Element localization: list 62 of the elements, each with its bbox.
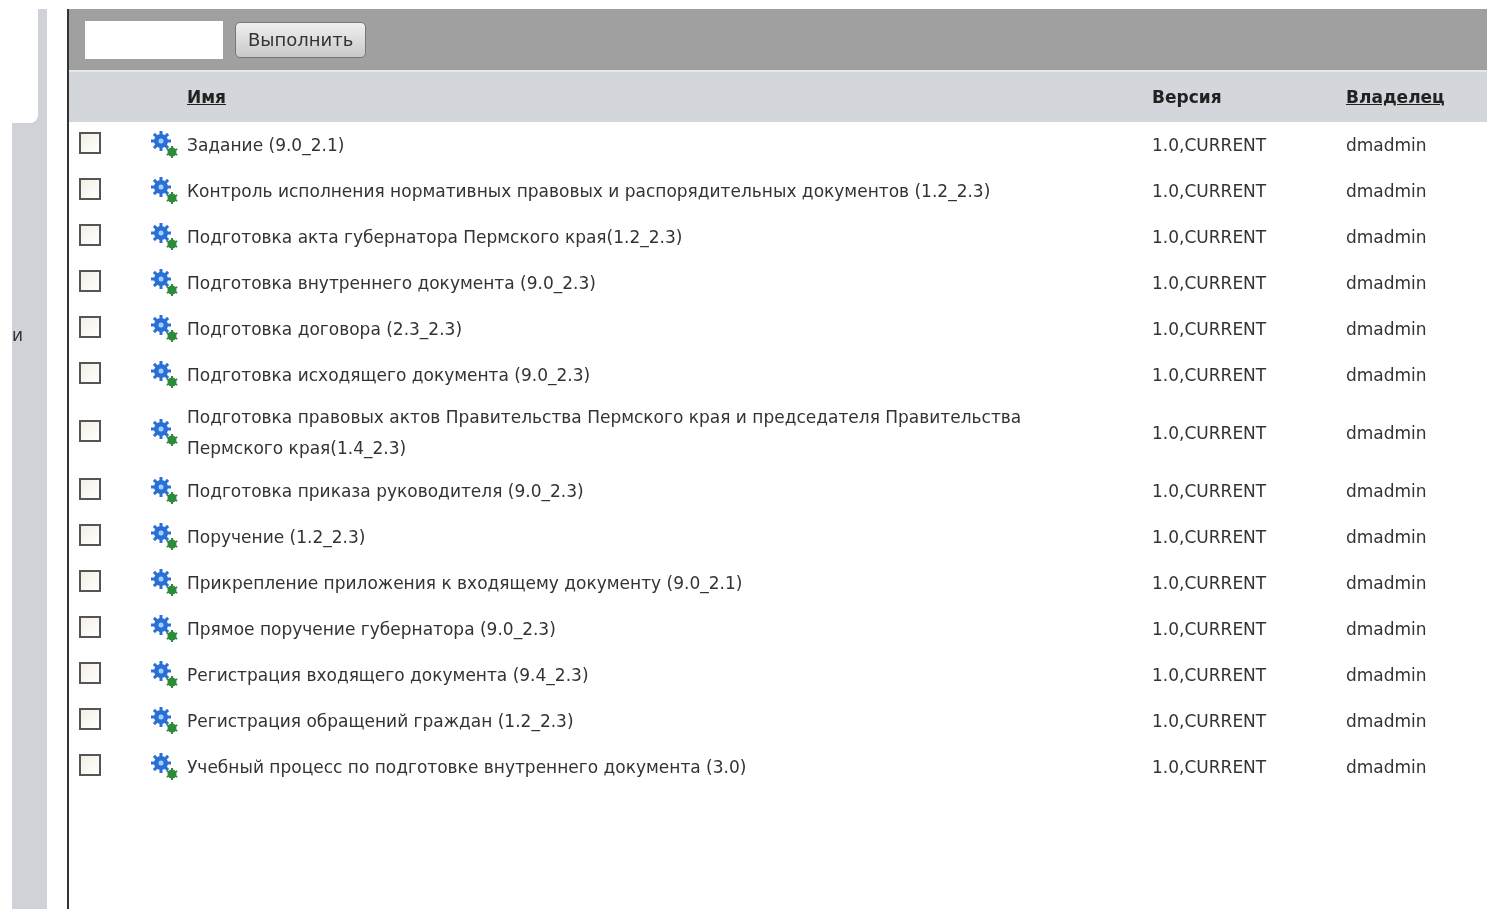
version-cell-text: 1.0,CURRENT bbox=[1152, 481, 1268, 501]
checkbox[interactable] bbox=[79, 362, 101, 384]
checkbox[interactable] bbox=[79, 270, 101, 292]
owner-cell-text: dmadmin bbox=[1346, 365, 1428, 385]
owner-cell-text: dmadmin bbox=[1346, 481, 1428, 501]
column-header[interactable]: Владелец bbox=[1346, 87, 1486, 107]
owner-cell-text: dmadmin bbox=[1346, 273, 1428, 293]
owner-cell-text: dmadmin bbox=[1346, 227, 1428, 247]
checkbox[interactable] bbox=[79, 616, 101, 638]
process-name: Регистрация обращений граждан (1.2_2.3) bbox=[187, 709, 575, 734]
owner-cell-text: dmadmin bbox=[1346, 573, 1428, 593]
checkbox[interactable] bbox=[79, 316, 101, 338]
version-cell-text: 1.0,CURRENT bbox=[1152, 665, 1268, 685]
process-name: Подготовка договора (2.3_2.3) bbox=[187, 317, 464, 342]
checkbox[interactable] bbox=[79, 178, 101, 200]
owner-cell-text: dmadmin bbox=[1346, 711, 1428, 731]
owner-cell-text: dmadmin bbox=[1346, 423, 1428, 443]
process-name: Подготовка правовых актов Правительства Пермского края и председателя Правительства Пермского края(1.4_2.3) bbox=[187, 406, 1023, 461]
version-cell-text: 1.0,CURRENT bbox=[1152, 423, 1268, 443]
checkbox[interactable] bbox=[79, 478, 101, 500]
process-name: Подготовка акта губернатора Пермского края(1.2_2.3) bbox=[187, 225, 684, 250]
version-cell-text: 1.0,CURRENT bbox=[1152, 573, 1268, 593]
version-cell-text: 1.0,CURRENT bbox=[1152, 757, 1268, 777]
process-name: Прикрепление приложения к входящему документу (9.0_2.1) bbox=[187, 571, 744, 596]
process-name: Подготовка внутреннего документа (9.0_2.3) bbox=[187, 271, 597, 296]
process-name: Поручение (1.2_2.3) bbox=[187, 525, 367, 550]
process-name: Подготовка исходящего документа (9.0_2.3) bbox=[187, 363, 592, 388]
checkbox[interactable] bbox=[79, 524, 101, 546]
column-header[interactable]: Имя bbox=[187, 87, 1152, 107]
process-name: Регистрация входящего документа (9.4_2.3) bbox=[187, 663, 590, 688]
version-cell-text: 1.0,CURRENT bbox=[1152, 365, 1268, 385]
version-cell-text: 1.0,CURRENT bbox=[1152, 711, 1268, 731]
side-label: и bbox=[12, 325, 24, 345]
checkbox[interactable] bbox=[79, 570, 101, 592]
checkbox[interactable] bbox=[79, 708, 101, 730]
owner-cell-text: dmadmin bbox=[1346, 527, 1428, 547]
process-name: Контроль исполнения нормативных правовых и распорядительных документов (1.2_2.3) bbox=[187, 179, 992, 204]
checkbox[interactable] bbox=[79, 662, 101, 684]
process-name: Подготовка приказа руководителя (9.0_2.3) bbox=[187, 479, 585, 504]
run-button[interactable]: Выполнить bbox=[235, 21, 367, 58]
owner-cell-text: dmadmin bbox=[1346, 665, 1428, 685]
version-cell-text: 1.0,CURRENT bbox=[1152, 181, 1268, 201]
process-name: Прямое поручение губернатора (9.0_2.3) bbox=[187, 617, 557, 642]
owner-cell-text: dmadmin bbox=[1346, 135, 1428, 155]
checkbox[interactable] bbox=[79, 132, 101, 154]
process-name: Учебный процесс по подготовке внутреннего документа (3.0) bbox=[187, 755, 748, 779]
process-name: Задание (9.0_2.1) bbox=[187, 133, 346, 158]
version-cell-text: 1.0,CURRENT bbox=[1152, 619, 1268, 639]
version-cell-text: 1.0,CURRENT bbox=[1152, 319, 1268, 339]
checkbox[interactable] bbox=[79, 754, 101, 776]
owner-cell-text: dmadmin bbox=[1346, 619, 1428, 639]
owner-cell-text: dmadmin bbox=[1346, 319, 1428, 339]
checkbox[interactable] bbox=[79, 224, 101, 246]
version-cell-text: 1.0,CURRENT bbox=[1152, 227, 1268, 247]
search-field[interactable] bbox=[85, 20, 223, 59]
owner-cell-text: dmadmin bbox=[1346, 757, 1428, 777]
owner-cell-text: dmadmin bbox=[1346, 181, 1428, 201]
version-cell-text: 1.0,CURRENT bbox=[1152, 135, 1268, 155]
column-header: Версия bbox=[1152, 87, 1223, 107]
version-cell-text: 1.0,CURRENT bbox=[1152, 527, 1268, 547]
version-cell-text: 1.0,CURRENT bbox=[1152, 273, 1268, 293]
checkbox[interactable] bbox=[79, 420, 101, 442]
